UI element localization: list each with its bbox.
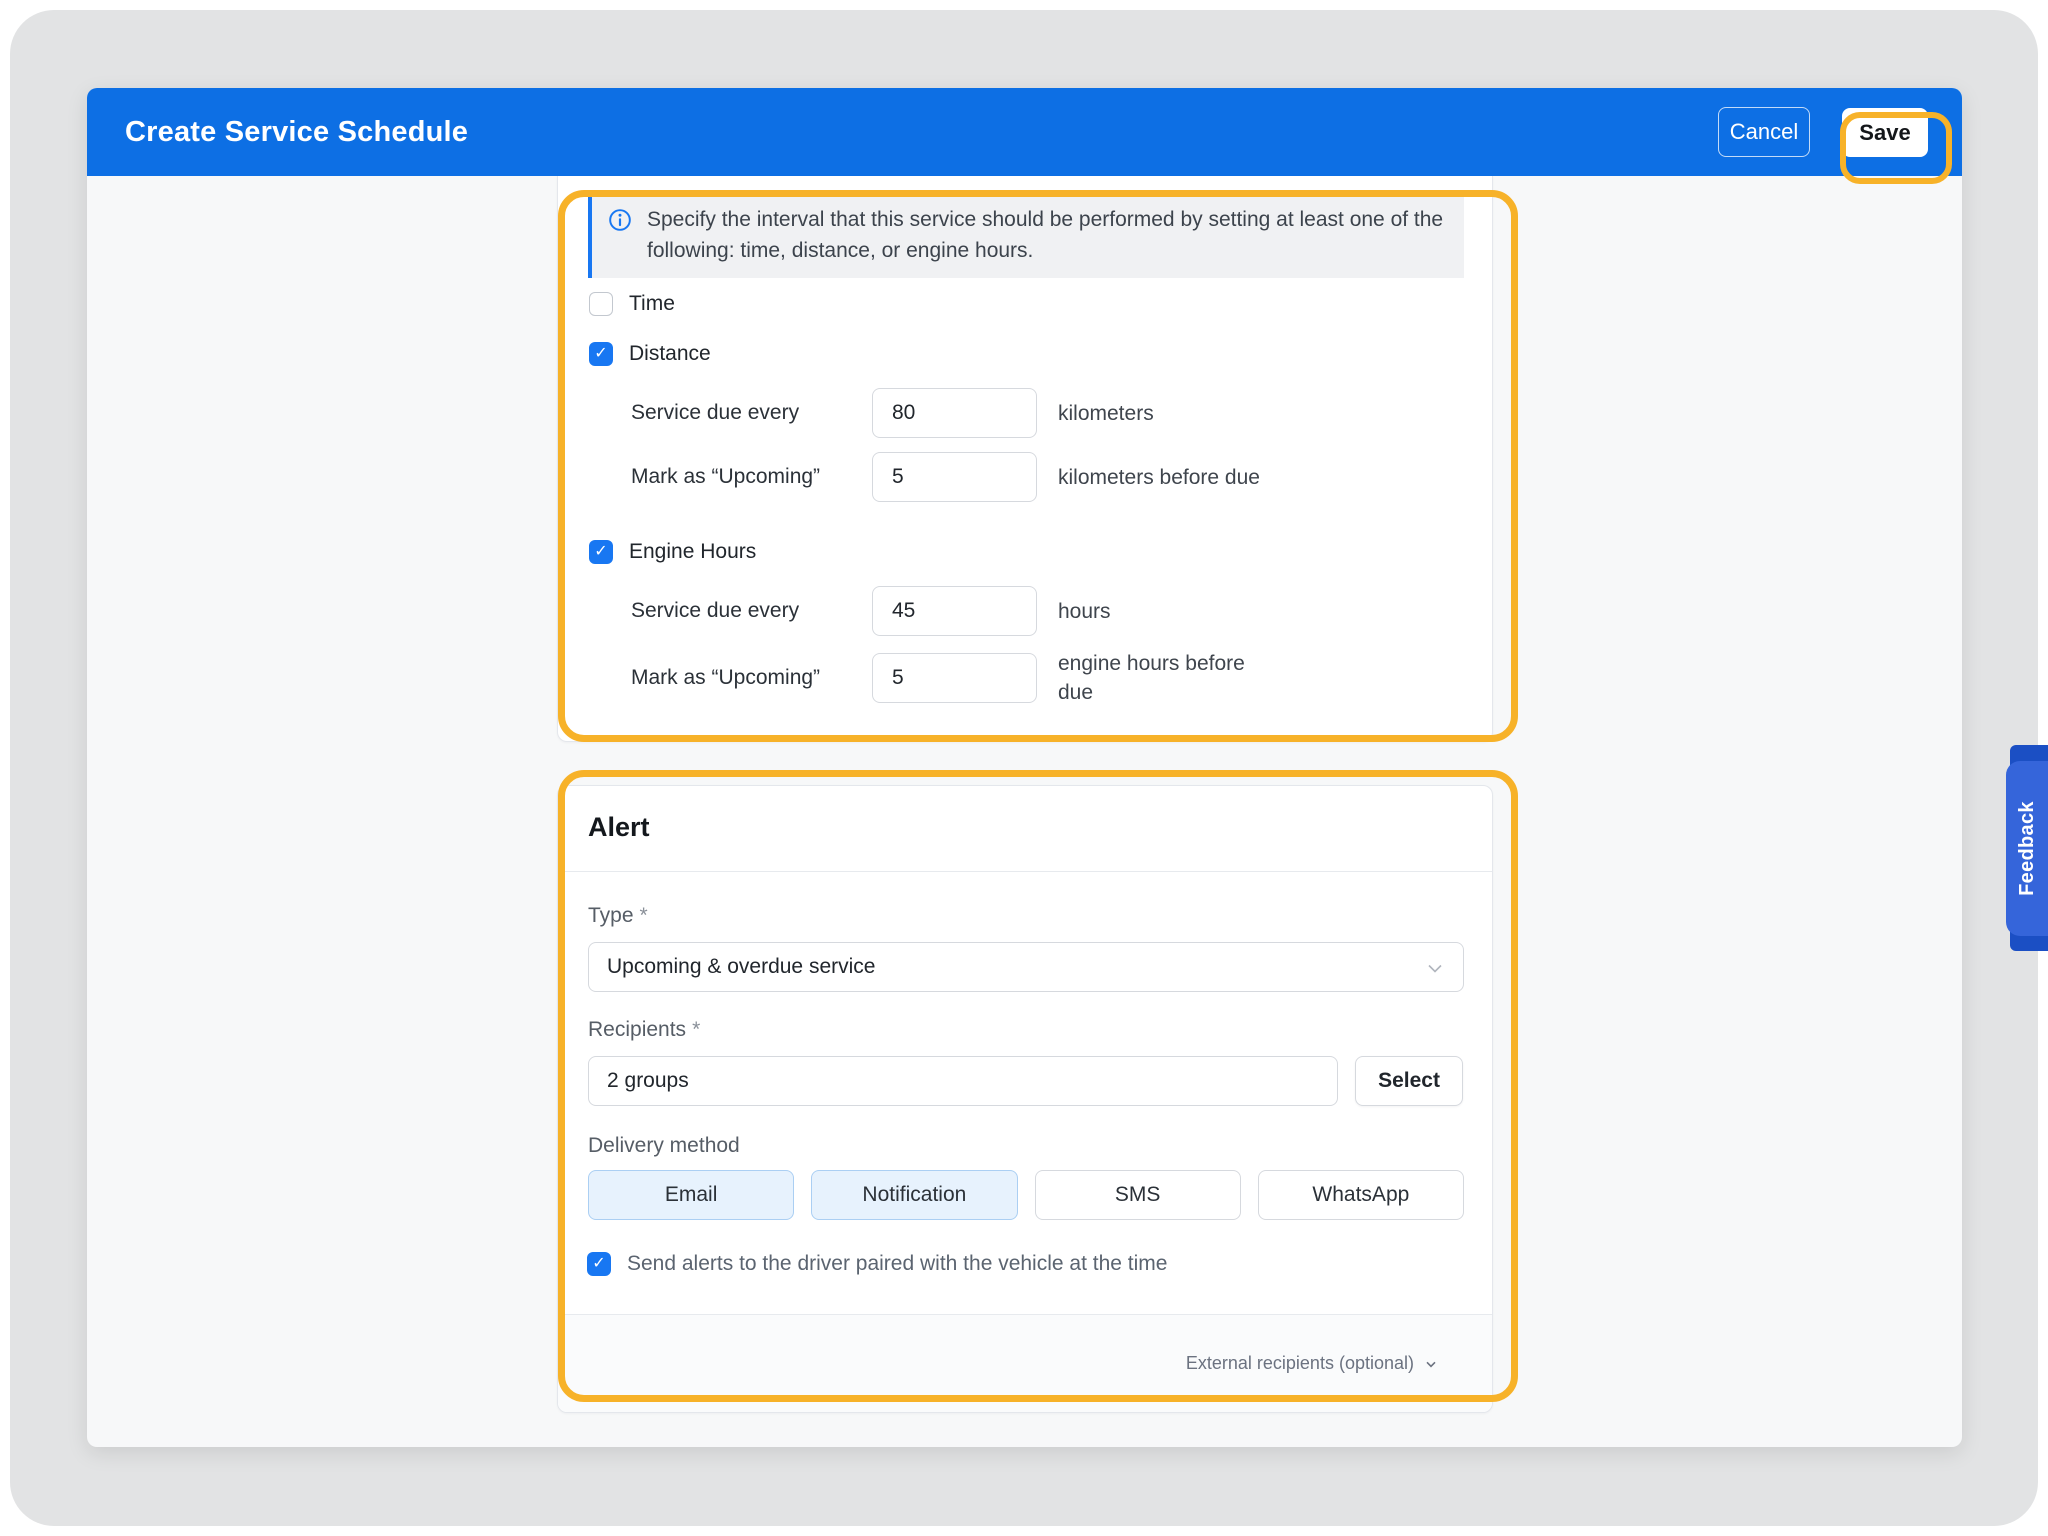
distance-label: Distance	[629, 342, 711, 366]
distance-upcoming-unit: kilometers before due	[1058, 463, 1260, 492]
driver-alert-label: Send alerts to the driver paired with th…	[627, 1252, 1167, 1276]
engine-hours-checkbox-row: ✓ Engine Hours	[589, 538, 756, 566]
feedback-tab[interactable]: Feedback	[2006, 761, 2048, 936]
interval-info-text: Specify the interval that this service s…	[647, 204, 1444, 266]
type-label: Type*	[588, 904, 648, 928]
alert-type-dropdown[interactable]: Upcoming & overdue service	[588, 942, 1464, 992]
delivery-method-group: Email Notification SMS WhatsApp	[588, 1170, 1464, 1220]
engine-due-label: Service due every	[631, 599, 872, 623]
external-recipients-label: External recipients (optional)	[1186, 1353, 1414, 1374]
engine-hours-checkbox[interactable]: ✓	[589, 540, 613, 564]
required-asterisk: *	[640, 904, 648, 927]
driver-alert-checkbox[interactable]: ✓	[587, 1252, 611, 1276]
alert-type-value: Upcoming & overdue service	[607, 955, 875, 979]
recipients-input[interactable]	[588, 1056, 1338, 1106]
engine-upcoming-input[interactable]	[872, 653, 1037, 703]
engine-due-unit: hours	[1058, 597, 1111, 626]
distance-due-unit: kilometers	[1058, 399, 1154, 428]
distance-upcoming-label: Mark as “Upcoming”	[631, 465, 872, 489]
alert-card: Alert Type* Upcoming & overdue service R…	[557, 785, 1493, 1413]
delivery-method-notification[interactable]: Notification	[811, 1170, 1017, 1220]
time-checkbox-row: Time	[589, 290, 675, 318]
cancel-button[interactable]: Cancel	[1718, 107, 1810, 157]
engine-upcoming-row: Mark as “Upcoming” engine hours before d…	[631, 650, 1268, 706]
delivery-method-label: Delivery method	[588, 1134, 740, 1158]
chevron-down-icon	[1423, 1356, 1439, 1372]
engine-upcoming-label: Mark as “Upcoming”	[631, 666, 872, 690]
alert-header-divider	[558, 871, 1492, 872]
modal-header: Create Service Schedule Cancel Save	[87, 88, 1962, 176]
chevron-down-icon	[1423, 956, 1447, 980]
driver-alert-row: ✓ Send alerts to the driver paired with …	[587, 1250, 1167, 1278]
distance-checkbox-row: ✓ Distance	[589, 340, 711, 368]
distance-upcoming-row: Mark as “Upcoming” kilometers before due	[631, 452, 1260, 502]
page-title: Create Service Schedule	[125, 88, 468, 176]
engine-upcoming-unit: engine hours before due	[1058, 649, 1268, 707]
distance-due-row: Service due every kilometers	[631, 388, 1154, 438]
alert-section-title: Alert	[588, 812, 650, 843]
external-recipients-toggle[interactable]: External recipients (optional)	[558, 1314, 1492, 1412]
delivery-method-whatsapp[interactable]: WhatsApp	[1258, 1170, 1464, 1220]
app-background: Create Service Schedule Cancel Save Spec…	[10, 10, 2038, 1526]
info-icon	[608, 208, 632, 232]
interval-info-banner: Specify the interval that this service s…	[588, 192, 1464, 278]
feedback-tab-label: Feedback	[2006, 761, 2048, 936]
distance-upcoming-input[interactable]	[872, 452, 1037, 502]
delivery-method-sms[interactable]: SMS	[1035, 1170, 1241, 1220]
time-checkbox[interactable]	[589, 292, 613, 316]
engine-hours-label: Engine Hours	[629, 540, 756, 564]
time-label: Time	[629, 292, 675, 316]
recipients-label: Recipients*	[588, 1018, 700, 1042]
distance-due-label: Service due every	[631, 401, 872, 425]
save-button[interactable]: Save	[1842, 108, 1928, 157]
engine-due-row: Service due every hours	[631, 586, 1111, 636]
create-service-schedule-modal: Create Service Schedule Cancel Save Spec…	[87, 88, 1962, 1447]
required-asterisk: *	[692, 1018, 700, 1041]
distance-due-input[interactable]	[872, 388, 1037, 438]
service-interval-card: Specify the interval that this service s…	[557, 176, 1493, 742]
engine-due-input[interactable]	[872, 586, 1037, 636]
delivery-method-email[interactable]: Email	[588, 1170, 794, 1220]
recipients-select-button[interactable]: Select	[1355, 1056, 1463, 1106]
distance-checkbox[interactable]: ✓	[589, 342, 613, 366]
